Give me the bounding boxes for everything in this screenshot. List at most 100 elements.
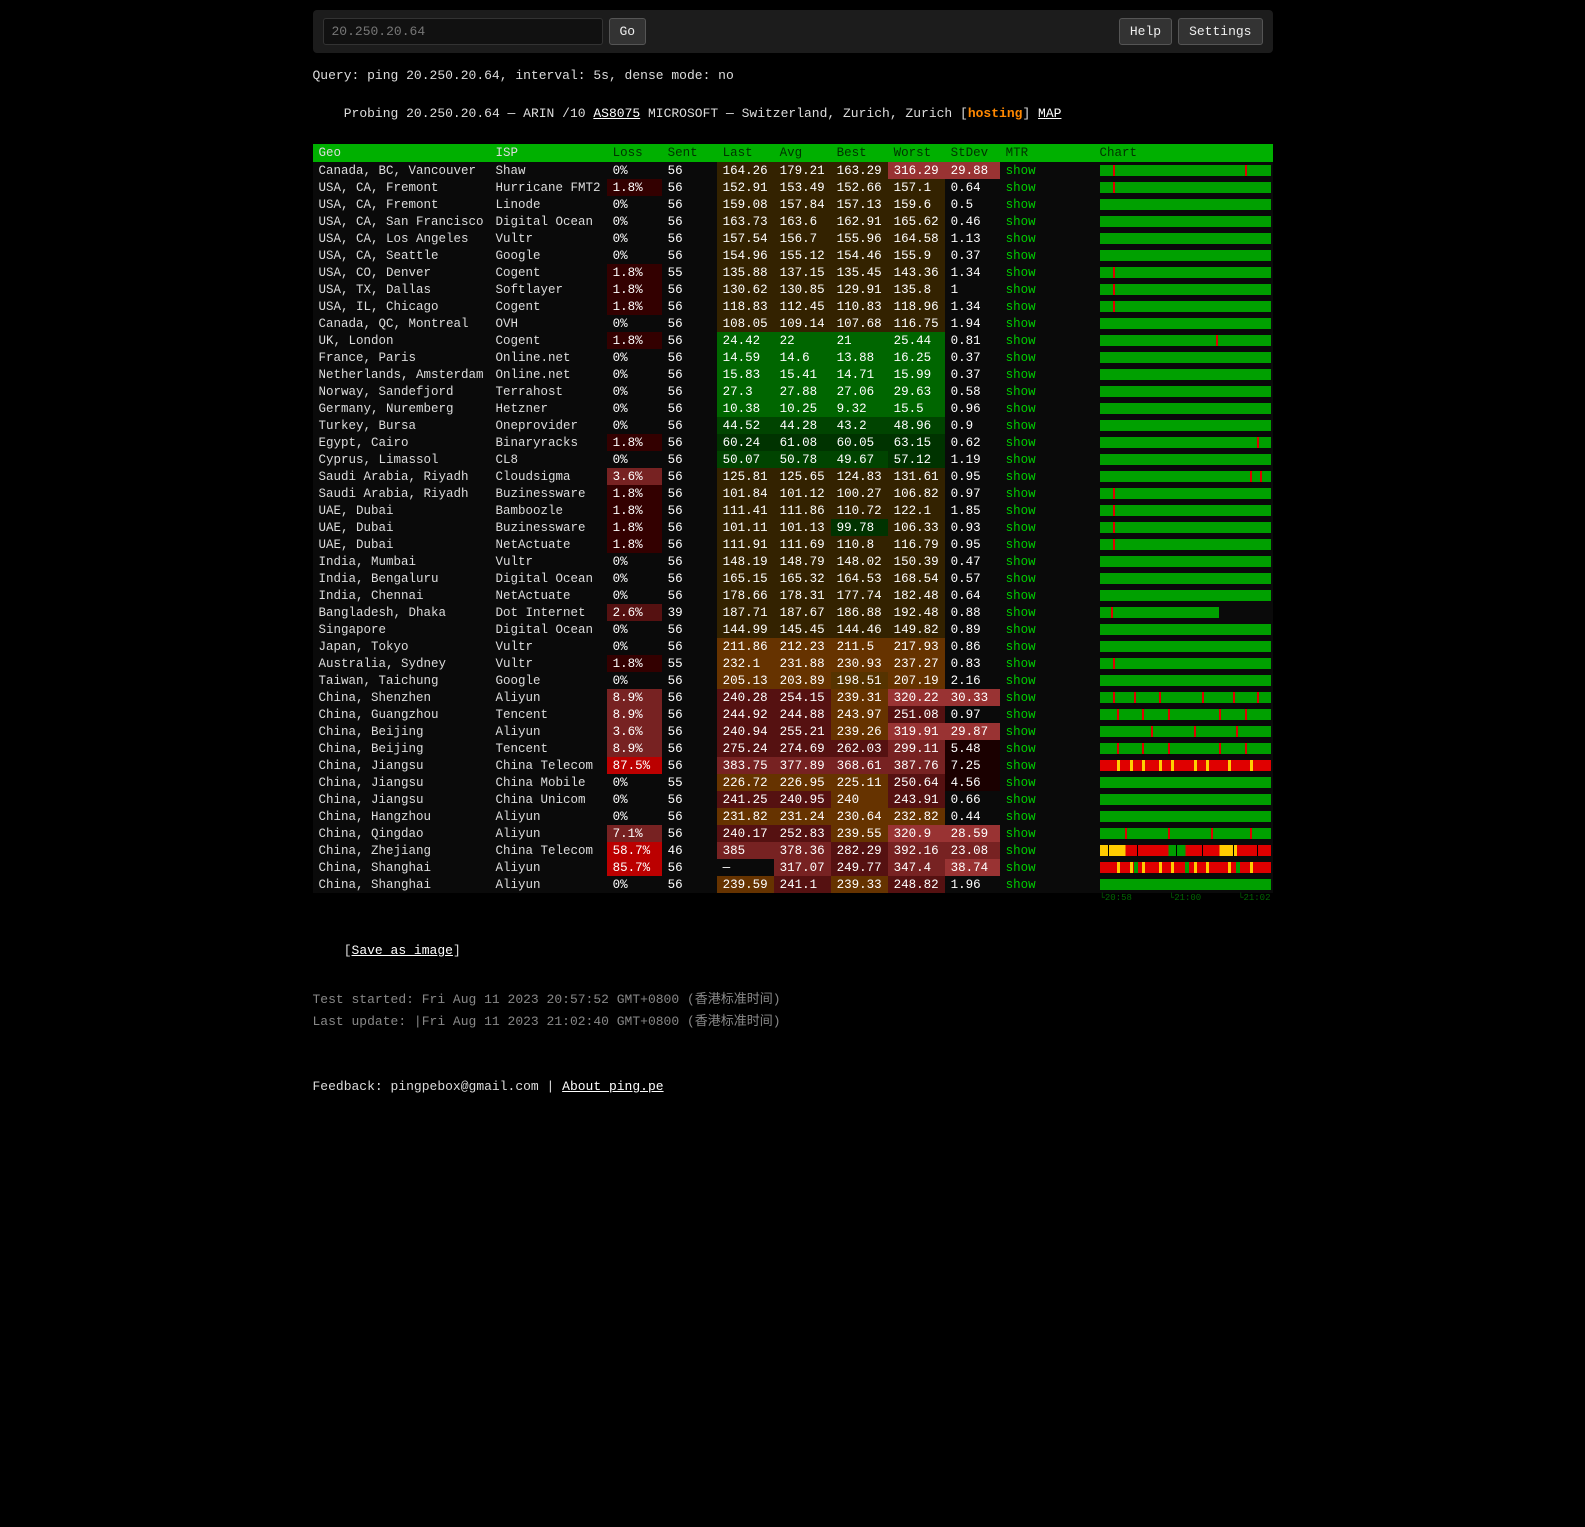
- mtr-show-link[interactable]: show: [1006, 470, 1036, 484]
- cell-loss: 0%: [607, 162, 662, 179]
- header-best[interactable]: Best: [831, 144, 888, 162]
- mtr-show-link[interactable]: show: [1006, 385, 1036, 399]
- mtr-show-link[interactable]: show: [1006, 487, 1036, 501]
- results-table: Geo ISP Loss Sent Last Avg Best Worst St…: [313, 144, 1273, 893]
- mtr-show-link[interactable]: show: [1006, 249, 1036, 263]
- cell-sent: 56: [662, 757, 717, 774]
- cell-loss: 1.8%: [607, 332, 662, 349]
- chart-bar: [1100, 845, 1271, 856]
- mtr-show-link[interactable]: show: [1006, 827, 1036, 841]
- cell-chart: [1098, 842, 1273, 859]
- cell-loss: 1.8%: [607, 502, 662, 519]
- table-row: China, JiangsuChina Telecom87.5%56383.75…: [313, 757, 1273, 774]
- cell-geo: USA, CA, Seattle: [313, 247, 490, 264]
- asn-link[interactable]: AS8075: [593, 106, 640, 121]
- mtr-show-link[interactable]: show: [1006, 215, 1036, 229]
- cell-stdev: 0.5: [945, 196, 1000, 213]
- map-link[interactable]: MAP: [1038, 106, 1061, 121]
- mtr-show-link[interactable]: show: [1006, 283, 1036, 297]
- cell-stdev: 0.97: [945, 485, 1000, 502]
- mtr-show-link[interactable]: show: [1006, 419, 1036, 433]
- mtr-show-link[interactable]: show: [1006, 436, 1036, 450]
- cell-sent: 56: [662, 213, 717, 230]
- search-input[interactable]: [323, 18, 603, 45]
- header-isp[interactable]: ISP: [490, 144, 607, 162]
- save-as-image-link[interactable]: Save as image: [352, 943, 453, 958]
- chart-bar: [1100, 335, 1271, 346]
- mtr-show-link[interactable]: show: [1006, 759, 1036, 773]
- cell-sent: 56: [662, 808, 717, 825]
- cell-stdev: 0.57: [945, 570, 1000, 587]
- cell-chart: [1098, 332, 1273, 349]
- cell-geo: UAE, Dubai: [313, 519, 490, 536]
- mtr-show-link[interactable]: show: [1006, 623, 1036, 637]
- cell-stdev: 1.13: [945, 230, 1000, 247]
- header-stdev[interactable]: StDev: [945, 144, 1000, 162]
- table-row: UK, LondonCogent1.8%5624.42222125.440.81…: [313, 332, 1273, 349]
- cell-geo: China, Beijing: [313, 723, 490, 740]
- cell-loss: 3.6%: [607, 468, 662, 485]
- header-worst[interactable]: Worst: [888, 144, 945, 162]
- cell-stdev: 0.37: [945, 247, 1000, 264]
- mtr-show-link[interactable]: show: [1006, 555, 1036, 569]
- cell-stdev: 28.59: [945, 825, 1000, 842]
- mtr-show-link[interactable]: show: [1006, 725, 1036, 739]
- cell-chart: [1098, 876, 1273, 893]
- mtr-show-link[interactable]: show: [1006, 164, 1036, 178]
- mtr-show-link[interactable]: show: [1006, 810, 1036, 824]
- cell-avg: 112.45: [774, 298, 831, 315]
- mtr-show-link[interactable]: show: [1006, 640, 1036, 654]
- mtr-show-link[interactable]: show: [1006, 657, 1036, 671]
- mtr-show-link[interactable]: show: [1006, 334, 1036, 348]
- header-last[interactable]: Last: [717, 144, 774, 162]
- mtr-show-link[interactable]: show: [1006, 232, 1036, 246]
- header-sent[interactable]: Sent: [662, 144, 717, 162]
- mtr-show-link[interactable]: show: [1006, 317, 1036, 331]
- mtr-show-link[interactable]: show: [1006, 861, 1036, 875]
- about-link[interactable]: About ping.pe: [562, 1079, 663, 1094]
- cell-avg: 244.88: [774, 706, 831, 723]
- mtr-show-link[interactable]: show: [1006, 878, 1036, 892]
- mtr-show-link[interactable]: show: [1006, 742, 1036, 756]
- table-row: Canada, BC, VancouverShaw0%56164.26179.2…: [313, 162, 1273, 179]
- mtr-show-link[interactable]: show: [1006, 691, 1036, 705]
- cell-last: 111.41: [717, 502, 774, 519]
- mtr-show-link[interactable]: show: [1006, 266, 1036, 280]
- mtr-show-link[interactable]: show: [1006, 572, 1036, 586]
- mtr-show-link[interactable]: show: [1006, 402, 1036, 416]
- help-button[interactable]: Help: [1119, 18, 1172, 45]
- mtr-show-link[interactable]: show: [1006, 793, 1036, 807]
- cell-stdev: 0.9: [945, 417, 1000, 434]
- mtr-show-link[interactable]: show: [1006, 538, 1036, 552]
- table-row: Netherlands, AmsterdamOnline.net0%5615.8…: [313, 366, 1273, 383]
- mtr-show-link[interactable]: show: [1006, 606, 1036, 620]
- mtr-show-link[interactable]: show: [1006, 351, 1036, 365]
- chart-bar: [1100, 284, 1271, 295]
- cell-geo: India, Chennai: [313, 587, 490, 604]
- mtr-show-link[interactable]: show: [1006, 198, 1036, 212]
- mtr-show-link[interactable]: show: [1006, 589, 1036, 603]
- cell-isp: Aliyun: [490, 689, 607, 706]
- cell-sent: 56: [662, 502, 717, 519]
- mtr-show-link[interactable]: show: [1006, 453, 1036, 467]
- cell-stdev: 38.74: [945, 859, 1000, 876]
- cell-best: 198.51: [831, 672, 888, 689]
- mtr-show-link[interactable]: show: [1006, 844, 1036, 858]
- cell-last: 240.17: [717, 825, 774, 842]
- mtr-show-link[interactable]: show: [1006, 181, 1036, 195]
- cell-stdev: 1: [945, 281, 1000, 298]
- mtr-show-link[interactable]: show: [1006, 708, 1036, 722]
- mtr-show-link[interactable]: show: [1006, 776, 1036, 790]
- cell-chart: [1098, 791, 1273, 808]
- header-geo[interactable]: Geo: [313, 144, 490, 162]
- header-avg[interactable]: Avg: [774, 144, 831, 162]
- header-loss[interactable]: Loss: [607, 144, 662, 162]
- mtr-show-link[interactable]: show: [1006, 504, 1036, 518]
- go-button[interactable]: Go: [609, 18, 647, 45]
- mtr-show-link[interactable]: show: [1006, 368, 1036, 382]
- mtr-show-link[interactable]: show: [1006, 521, 1036, 535]
- cell-last: 205.13: [717, 672, 774, 689]
- settings-button[interactable]: Settings: [1178, 18, 1262, 45]
- mtr-show-link[interactable]: show: [1006, 674, 1036, 688]
- mtr-show-link[interactable]: show: [1006, 300, 1036, 314]
